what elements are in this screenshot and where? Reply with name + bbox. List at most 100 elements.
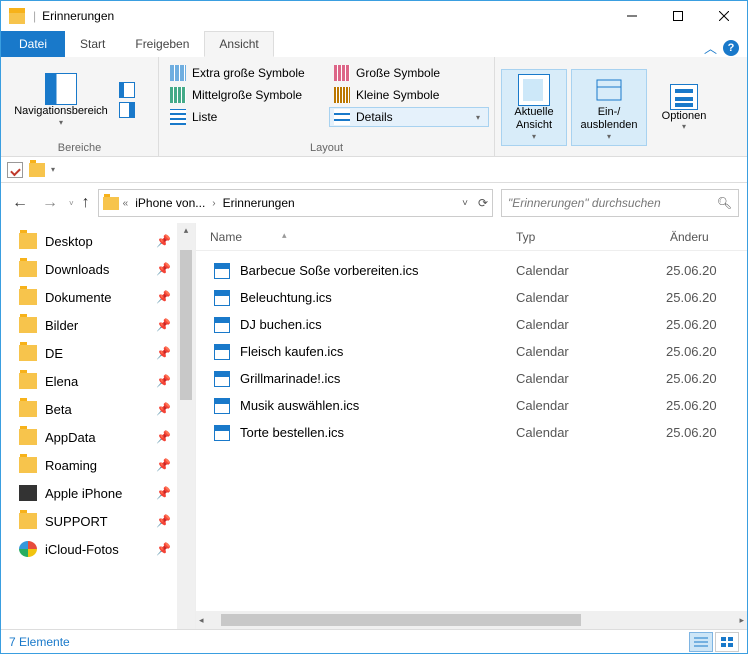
pin-icon[interactable]: 📌: [156, 542, 177, 556]
main-content: Desktop📌Downloads📌Dokumente📌Bilder📌DE📌El…: [1, 223, 747, 629]
column-type[interactable]: Typ: [516, 230, 666, 244]
breadcrumb[interactable]: « iPhone von... › Erinnerungen ˅ ⟳: [98, 189, 493, 217]
help-icon[interactable]: ?: [723, 40, 739, 56]
column-modified[interactable]: Änderu: [666, 230, 747, 244]
breadcrumb-parent[interactable]: iPhone von...: [132, 196, 208, 210]
layout-list[interactable]: Liste: [165, 107, 325, 127]
sidebar-item-label: iCloud-Fotos: [45, 542, 119, 557]
file-type: Calendar: [516, 263, 666, 278]
sidebar-item-label: Desktop: [45, 234, 93, 249]
table-row[interactable]: Beleuchtung.icsCalendar25.06.20: [196, 284, 747, 311]
quick-access-bar: ▾: [1, 157, 747, 183]
sidebar-item[interactable]: Downloads📌: [19, 255, 177, 283]
pin-icon[interactable]: 📌: [156, 262, 177, 276]
pin-icon[interactable]: 📌: [156, 318, 177, 332]
scroll-right-icon[interactable]: ▸: [736, 615, 747, 626]
table-row[interactable]: Fleisch kaufen.icsCalendar25.06.20: [196, 338, 747, 365]
navigation-pane-button[interactable]: Navigationsbereich ▾: [7, 68, 115, 132]
address-dropdown-icon[interactable]: ˅: [462, 198, 468, 209]
sidebar-item[interactable]: Apple iPhone📌: [19, 479, 177, 507]
layout-extra-large-icons[interactable]: Extra große Symbole: [165, 63, 325, 83]
layout-small-icons[interactable]: Kleine Symbole: [329, 85, 489, 105]
scrollbar-thumb[interactable]: [180, 250, 192, 400]
tab-share[interactable]: Freigeben: [120, 31, 204, 57]
horizontal-scrollbar[interactable]: ◂ ▸: [196, 611, 747, 629]
sidebar-item-label: Roaming: [45, 458, 97, 473]
view-mode-thumbnails-button[interactable]: [715, 632, 739, 652]
table-row[interactable]: Musik auswählen.icsCalendar25.06.20: [196, 392, 747, 419]
history-dropdown-icon[interactable]: ˅: [69, 199, 74, 208]
current-view-icon: [518, 74, 550, 106]
folder-icon: [19, 317, 37, 333]
sidebar-item[interactable]: Elena📌: [19, 367, 177, 395]
current-view-button[interactable]: Aktuelle Ansicht▾: [501, 69, 567, 145]
file-name: Fleisch kaufen.ics: [240, 344, 343, 359]
sidebar-item-label: Beta: [45, 402, 72, 417]
file-name: Beleuchtung.ics: [240, 290, 332, 305]
qa-checkbox-selectall[interactable]: [7, 162, 23, 178]
table-row[interactable]: Barbecue Soße vorbereiten.icsCalendar25.…: [196, 257, 747, 284]
address-bar-row: ← → ˅ ↑ « iPhone von... › Erinnerungen ˅…: [1, 183, 747, 223]
details-pane-button[interactable]: [119, 102, 135, 118]
close-button[interactable]: [701, 1, 747, 31]
layout-medium-icons[interactable]: Mittelgroße Symbole: [165, 85, 325, 105]
column-headers: Name ▴ Typ Änderu: [196, 223, 747, 251]
sidebar-item[interactable]: Desktop 📌: [19, 227, 177, 255]
file-name: Musik auswählen.ics: [240, 398, 359, 413]
show-hide-button[interactable]: Ein-/ ausblenden▾: [571, 69, 647, 145]
minimize-button[interactable]: [609, 1, 655, 31]
pin-icon[interactable]: 📌: [156, 458, 177, 472]
options-button[interactable]: Optionen ▾: [651, 79, 717, 137]
tab-file[interactable]: Datei: [1, 31, 65, 57]
layout-large-icons[interactable]: Große Symbole: [329, 63, 489, 83]
column-name[interactable]: Name ▴: [196, 230, 516, 244]
pin-icon[interactable]: 📌: [156, 430, 177, 444]
sidebar-item[interactable]: SUPPORT📌: [19, 507, 177, 535]
search-input[interactable]: "Erinnerungen" durchsuchen 🔍︎: [501, 189, 739, 217]
pin-icon[interactable]: 📌: [156, 486, 177, 500]
pin-icon[interactable]: 📌: [156, 234, 177, 248]
table-row[interactable]: Torte bestellen.icsCalendar25.06.20: [196, 419, 747, 446]
breadcrumb-current[interactable]: Erinnerungen: [220, 196, 298, 210]
forward-button[interactable]: →: [39, 194, 61, 212]
pin-icon[interactable]: 📌: [156, 374, 177, 388]
sidebar-item[interactable]: DE📌: [19, 339, 177, 367]
tab-start[interactable]: Start: [65, 31, 120, 57]
layout-details[interactable]: Details▾: [329, 107, 489, 127]
phone-icon: [19, 485, 37, 501]
preview-pane-button[interactable]: [119, 82, 135, 98]
maximize-button[interactable]: [655, 1, 701, 31]
breadcrumb-overflow[interactable]: «: [123, 198, 129, 209]
title-bar: | Erinnerungen: [1, 1, 747, 31]
folder-icon: [19, 457, 37, 473]
sidebar-item[interactable]: Roaming 📌: [19, 451, 177, 479]
scroll-left-icon[interactable]: ◂: [196, 615, 207, 626]
qa-folder-icon[interactable]: [29, 163, 45, 177]
collapse-ribbon-icon[interactable]: ︿: [704, 38, 717, 57]
sidebar-item[interactable]: AppData📌: [19, 423, 177, 451]
sidebar-scrollbar[interactable]: ▴: [177, 223, 195, 629]
scroll-up-icon[interactable]: ▴: [184, 223, 189, 236]
table-row[interactable]: Grillmarinade!.icsCalendar25.06.20: [196, 365, 747, 392]
file-date: 25.06.20: [666, 425, 747, 440]
pin-icon[interactable]: 📌: [156, 346, 177, 360]
sidebar-item[interactable]: Bilder📌: [19, 311, 177, 339]
table-row[interactable]: DJ buchen.icsCalendar25.06.20: [196, 311, 747, 338]
tab-view[interactable]: Ansicht: [204, 31, 273, 57]
pin-icon[interactable]: 📌: [156, 290, 177, 304]
qa-dropdown-icon[interactable]: ▾: [51, 165, 55, 174]
sidebar-item[interactable]: iCloud-Fotos 📌: [19, 535, 177, 563]
sidebar-item[interactable]: Beta 📌: [19, 395, 177, 423]
back-button[interactable]: ←: [9, 194, 31, 212]
scrollbar-thumb[interactable]: [221, 614, 581, 626]
pin-icon[interactable]: 📌: [156, 402, 177, 416]
sidebar-item[interactable]: Dokumente📌: [19, 283, 177, 311]
cloud-icon: [19, 541, 37, 557]
refresh-button[interactable]: ⟳: [478, 196, 488, 210]
view-mode-details-button[interactable]: [689, 632, 713, 652]
up-button[interactable]: ↑: [82, 194, 90, 212]
sidebar: Desktop📌Downloads📌Dokumente📌Bilder📌DE📌El…: [1, 223, 196, 629]
status-count: 7 Elemente: [9, 635, 70, 649]
calendar-file-icon: [214, 290, 230, 306]
pin-icon[interactable]: 📌: [156, 514, 177, 528]
